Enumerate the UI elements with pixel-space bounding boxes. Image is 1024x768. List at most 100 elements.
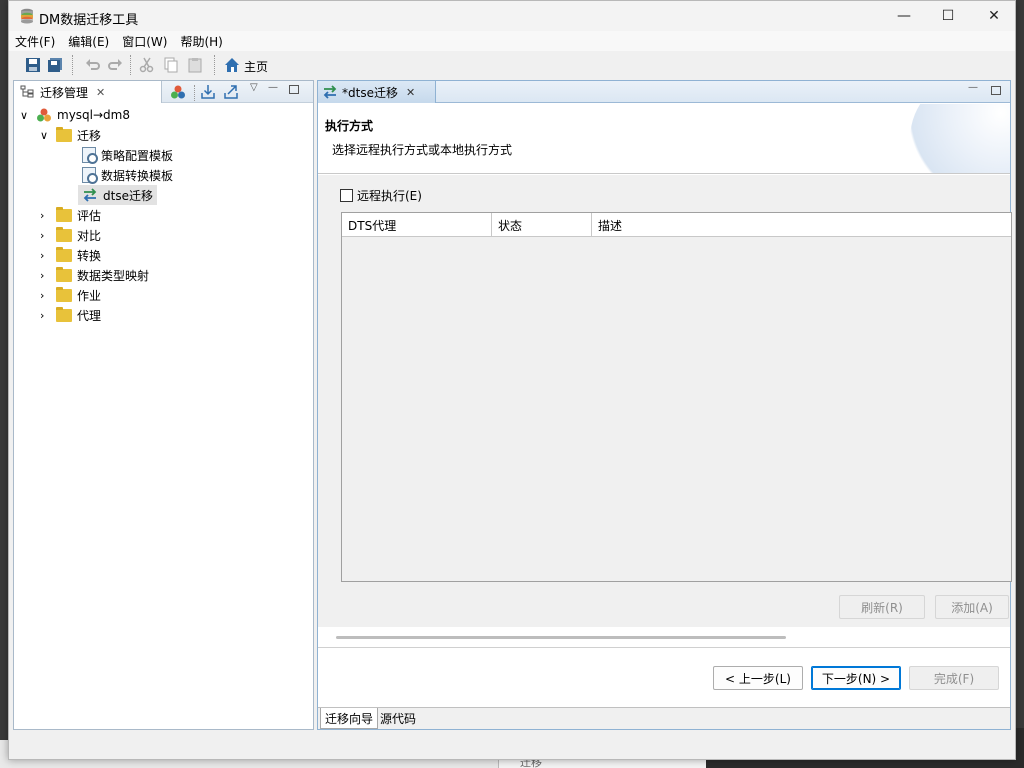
minimize-editor-icon[interactable]: — (968, 83, 978, 93)
remote-execution-label[interactable]: 远程执行(E) (357, 187, 422, 204)
wizard-header: 执行方式 选择远程执行方式或本地执行方式 (318, 104, 1010, 174)
collapse-chevron-icon[interactable]: › (40, 289, 50, 302)
maximize-view-icon[interactable] (289, 85, 299, 94)
cut-icon[interactable] (139, 57, 155, 73)
save-all-icon[interactable] (47, 57, 63, 73)
remote-execution-option[interactable]: 远程执行(E) (340, 187, 422, 204)
refresh-button[interactable]: 刷新(R) (839, 595, 925, 619)
tab-migration-wizard[interactable]: 迁移向导 (320, 708, 379, 729)
expand-chevron-icon[interactable]: ∨ (40, 129, 50, 142)
view-menu-chevron-icon[interactable]: ▽ (250, 83, 260, 93)
tree-item-folder-convert[interactable]: › 转换 (40, 245, 101, 265)
divider (318, 647, 1010, 648)
minimize-view-icon[interactable]: — (268, 83, 278, 93)
redo-icon[interactable] (107, 57, 123, 73)
menu-bar: 文件(F) 编辑(E) 窗口(W) 帮助(H) (9, 31, 1015, 51)
folder-icon (56, 306, 72, 322)
folder-icon (56, 226, 72, 242)
tab-dtse-migration[interactable]: *dtse迁移 ✕ (318, 81, 436, 103)
home-button-label[interactable]: 主页 (244, 58, 268, 75)
view-tab-bar: 迁移管理 ✕ ▽ — (14, 81, 313, 103)
tree-item-root[interactable]: ∨ mysql→dm8 (20, 105, 130, 125)
database-app-icon (21, 8, 33, 24)
folder-icon (56, 126, 72, 142)
tree-item-migration-folder[interactable]: ∨ 迁移 (40, 125, 101, 145)
folder-icon (56, 266, 72, 282)
tree-item-label: 迁移 (77, 128, 102, 143)
template-icon (82, 167, 98, 184)
menu-window[interactable]: 窗口(W) (122, 33, 167, 50)
toolbar-separator (72, 55, 73, 75)
migration-manager-view: 迁移管理 ✕ ▽ — ∨ mysql→dm8 ∨ 迁移 策略配置模板 数据转换模… (13, 80, 314, 730)
tree-item-label: 数据类型映射 (77, 268, 150, 283)
tree-item-label: 作业 (77, 288, 102, 303)
tree-item-label: 数据转换模板 (101, 168, 174, 183)
tree-item-label: 代理 (77, 308, 102, 323)
tree-item-folder-type-mapping[interactable]: › 数据类型映射 (40, 265, 149, 285)
connect-icon[interactable] (170, 84, 186, 100)
home-icon[interactable] (224, 57, 240, 73)
paste-icon[interactable] (187, 57, 203, 73)
close-tab-icon[interactable]: ✕ (406, 86, 415, 99)
tree-view-icon (20, 85, 34, 98)
tree-item-label: mysql→dm8 (57, 108, 130, 122)
dts-agent-table[interactable]: DTS代理 状态 描述 (341, 212, 1012, 582)
expand-chevron-icon[interactable]: ∨ (20, 109, 30, 122)
collapse-chevron-icon[interactable]: › (40, 249, 50, 262)
tree-item-label: 转换 (77, 248, 102, 263)
undo-icon[interactable] (85, 57, 101, 73)
title-bar: DM数据迁移工具 — ☐ ✕ (9, 1, 1015, 31)
column-header-status[interactable]: 状态 (492, 213, 592, 237)
tree-item-label: 策略配置模板 (101, 148, 174, 163)
folder-icon (56, 246, 72, 262)
app-window: DM数据迁移工具 — ☐ ✕ 文件(F) 编辑(E) 窗口(W) 帮助(H) 主… (8, 0, 1016, 760)
copy-icon[interactable] (163, 57, 179, 73)
add-button[interactable]: 添加(A) (935, 595, 1009, 619)
tree-item-label: 评估 (77, 208, 102, 223)
import-icon[interactable] (200, 84, 216, 100)
next-button[interactable]: 下一步(N) > (811, 666, 901, 690)
finish-button[interactable]: 完成(F) (909, 666, 999, 690)
header-decoration (910, 104, 1010, 173)
tab-label: 迁移管理 (40, 85, 89, 100)
tree-item-folder-assess[interactable]: › 评估 (40, 205, 101, 225)
template-icon (82, 147, 98, 164)
minimize-button[interactable]: — (881, 1, 927, 31)
menu-edit[interactable]: 编辑(E) (68, 33, 109, 50)
horizontal-scrollbar[interactable] (336, 636, 786, 639)
migration-arrows-icon (323, 85, 337, 99)
menu-file[interactable]: 文件(F) (15, 33, 55, 50)
tab-migration-manager[interactable]: 迁移管理 ✕ (14, 81, 162, 103)
close-tab-icon[interactable]: ✕ (96, 86, 105, 99)
tree-item-folder-compare[interactable]: › 对比 (40, 225, 101, 245)
export-icon[interactable] (223, 84, 239, 100)
save-icon[interactable] (25, 57, 41, 73)
tree-item-folder-jobs[interactable]: › 作业 (40, 285, 101, 305)
tab-label: *dtse迁移 (342, 85, 398, 100)
migration-arrows-icon (83, 188, 97, 202)
maximize-button[interactable]: ☐ (925, 1, 971, 31)
column-header-description[interactable]: 描述 (592, 213, 1013, 237)
previous-button[interactable]: < 上一步(L) (713, 666, 803, 690)
menu-help[interactable]: 帮助(H) (180, 33, 222, 50)
column-header-dts-agent[interactable]: DTS代理 (342, 213, 492, 237)
close-window-button[interactable]: ✕ (971, 1, 1017, 31)
collapse-chevron-icon[interactable]: › (40, 309, 50, 322)
main-toolbar: 主页 (9, 51, 1015, 79)
tree-item-label: 对比 (77, 228, 102, 243)
collapse-chevron-icon[interactable]: › (40, 269, 50, 282)
wizard-page-title: 执行方式 (325, 119, 374, 133)
toolbar-separator (130, 55, 131, 75)
tab-source-code[interactable]: 源代码 (376, 708, 420, 729)
collapse-chevron-icon[interactable]: › (40, 229, 50, 242)
tree-item-dtse-migration[interactable]: dtse迁移 (78, 185, 157, 205)
tree-item-strategy-template[interactable]: 策略配置模板 (82, 145, 173, 165)
tree-item-conversion-template[interactable]: 数据转换模板 (82, 165, 173, 185)
collapse-chevron-icon[interactable]: › (40, 209, 50, 222)
maximize-editor-icon[interactable] (991, 86, 1001, 95)
folder-icon (56, 286, 72, 302)
folder-icon (56, 206, 72, 222)
remote-execution-checkbox[interactable] (340, 189, 353, 202)
wizard-page-description: 选择远程执行方式或本地执行方式 (332, 143, 513, 157)
tree-item-folder-agents[interactable]: › 代理 (40, 305, 101, 325)
